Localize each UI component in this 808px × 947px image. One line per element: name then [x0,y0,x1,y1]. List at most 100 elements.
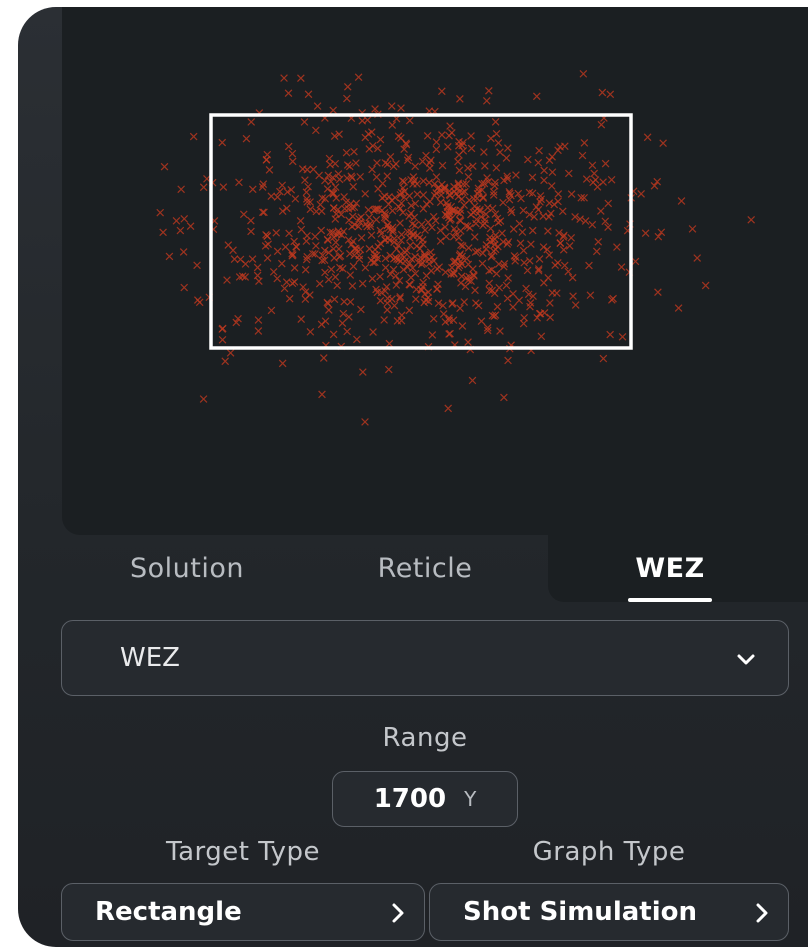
shot-marker [456,95,464,103]
shot-marker [349,262,358,271]
shot-marker [471,286,479,295]
shot-marker [509,303,517,311]
shot-marker [432,138,441,146]
shot-marker [278,359,287,368]
shot-marker [493,302,502,311]
shot-marker [480,148,488,156]
tab-reticle[interactable]: Reticle [340,535,510,602]
shot-marker [407,209,415,218]
shot-marker [315,171,323,180]
shot-marker [496,148,504,157]
shot-marker [376,296,385,305]
shot-marker [353,335,361,344]
shot-marker [597,207,605,215]
shot-marker [456,304,464,313]
shot-marker [518,228,527,236]
shot-marker [405,306,414,315]
graph-type-select[interactable]: Shot Simulation [429,883,789,941]
shot-marker [297,225,306,234]
shot-marker [325,154,334,163]
shot-marker [361,133,370,142]
target-type-value: Rectangle [95,897,242,927]
shot-marker [565,242,574,250]
shot-marker [448,263,456,272]
shot-marker [384,365,393,374]
shot-marker [522,284,530,293]
shot-marker [396,219,404,227]
shot-marker [441,268,450,276]
shot-marker [560,261,569,270]
shot-marker [368,274,377,283]
shot-marker [429,314,438,323]
shot-marker [380,192,389,201]
shot-marker [588,220,597,229]
shot-marker [226,349,235,357]
shot-marker [528,226,537,235]
shot-marker [365,145,374,153]
shot-marker [428,223,436,232]
shot-marker [467,144,476,153]
shot-marker [590,169,599,178]
shot-marker [342,148,351,157]
shot-marker [189,132,198,141]
shot-marker [438,131,446,139]
shot-marker [643,133,652,142]
shot-marker [428,331,437,339]
shot-marker [592,247,601,256]
shot-marker [384,200,393,209]
shot-marker [333,281,342,290]
shot-marker [373,159,381,167]
shot-marker [291,195,300,203]
shot-marker [176,226,185,235]
shot-marker [500,393,508,402]
shot-marker [388,121,397,129]
shot-marker [483,203,492,212]
target-type-select[interactable]: Rectangle [61,883,425,941]
shot-marker [248,185,257,194]
range-unit: Y [464,787,477,811]
shot-marker [534,158,543,167]
shot-marker [224,241,233,249]
shot-marker [367,231,376,239]
shot-marker [613,243,621,251]
shot-marker [472,219,480,228]
shot-marker [498,229,506,238]
shot-marker [323,235,332,244]
shot-marker [296,217,305,225]
shot-marker [386,152,395,161]
shot-marker [323,185,332,193]
chevron-right-icon [756,903,768,923]
shot-marker [423,132,432,140]
shot-marker [348,222,356,231]
shot-marker [242,134,251,143]
shot-marker [547,182,556,190]
shot-marker [434,280,442,289]
shot-marker [389,265,398,274]
shot-marker [601,159,610,168]
shot-marker [397,104,405,112]
tab-wez[interactable]: WEZ [585,535,755,602]
shot-marker [547,209,555,218]
shot-marker [411,162,419,171]
shot-marker [598,88,607,97]
shot-marker [585,261,593,270]
shot-marker [302,188,311,197]
shot-marker [278,181,287,190]
shot-marker [567,190,576,198]
shot-marker [599,354,608,363]
shot-marker [543,245,552,254]
shot-marker [617,263,626,271]
shot-marker [304,182,312,191]
shot-marker [193,261,201,270]
shot-marker [272,228,281,237]
mode-dropdown[interactable]: WEZ [61,620,789,696]
shot-marker [657,228,666,237]
range-input[interactable]: 1700 Y [332,771,518,827]
shot-marker [399,265,408,274]
shot-marker [546,299,554,307]
tab-solution[interactable]: Solution [102,535,272,602]
shot-marker [540,166,548,175]
shot-marker [297,315,306,323]
range-label: Range [382,723,468,753]
shot-marker [420,298,429,307]
